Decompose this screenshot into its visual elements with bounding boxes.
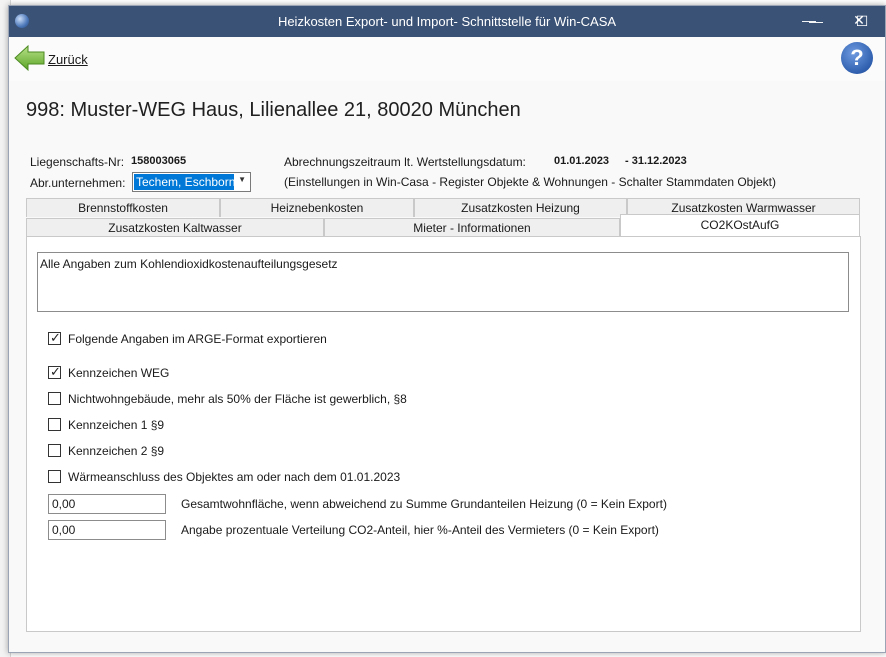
start-date: 01.01.2023 xyxy=(554,155,610,167)
settings-hint: (Einstellungen in Win-Casa - Register Ob… xyxy=(284,175,777,189)
checkbox-kennzeichen-weg[interactable]: ✓ xyxy=(48,364,61,379)
gesamtwohnflaeche-input[interactable]: 0,00 xyxy=(48,494,166,514)
tab-zusatzkosten-kaltwasser[interactable]: Zusatzkosten Kaltwasser xyxy=(26,218,324,237)
checkbox-kennzeichen-2-label: Kennzeichen 2 §9 xyxy=(68,444,165,458)
help-icon[interactable]: ? xyxy=(841,42,873,74)
minimize-button-visual[interactable]: — xyxy=(786,5,832,36)
liegenschaft-value: 158003065 xyxy=(131,155,187,167)
description-box[interactable]: Alle Angaben zum Kohlendioxidkostenaufte… xyxy=(37,252,849,312)
unternehmen-selected: Techem, Eschborn xyxy=(134,174,234,190)
back-label: Zurück xyxy=(48,52,88,67)
tab-mieter-informationen[interactable]: Mieter - Informationen xyxy=(324,218,620,237)
unternehmen-dropdown[interactable]: Techem, Eschborn ▼ xyxy=(132,172,251,192)
end-date: - 31.12.2023 xyxy=(625,155,687,167)
back-button[interactable]: Zurück xyxy=(13,43,93,73)
checkbox-kennzeichen-1-label: Kennzeichen 1 §9 xyxy=(68,418,165,432)
check-icon: ✓ xyxy=(50,330,61,345)
checkbox-kennzeichen-2[interactable] xyxy=(48,444,61,457)
close-button[interactable]: ✕ xyxy=(836,5,882,36)
tab-co2kostaufg[interactable]: CO2KOstAufG xyxy=(620,214,860,236)
tab-brennstoffkosten[interactable]: Brennstoffkosten xyxy=(26,198,220,217)
check-icon: ✓ xyxy=(50,364,61,379)
checkbox-arge-export[interactable]: ✓ xyxy=(48,330,61,345)
checkbox-waermeanschluss[interactable] xyxy=(48,470,61,483)
gesamtwohnflaeche-label: Gesamtwohnfläche, wenn abweichend zu Sum… xyxy=(181,497,667,511)
checkbox-nichtwohngebaeude[interactable] xyxy=(48,392,61,405)
checkbox-kennzeichen-1[interactable] xyxy=(48,418,61,431)
back-arrow-icon xyxy=(14,44,45,72)
tab-heiznebenkosten[interactable]: Heiznebenkosten xyxy=(220,198,414,217)
checkbox-waermeanschluss-label: Wärmeanschluss des Objektes am oder nach… xyxy=(68,470,401,484)
abrechnung-label: Abrechnungszeitraum lt. Wertstellungsdat… xyxy=(284,155,526,169)
tab-zusatzkosten-heizung[interactable]: Zusatzkosten Heizung xyxy=(414,198,627,217)
co2-anteil-label: Angabe prozentuale Verteilung CO2-Anteil… xyxy=(181,523,659,537)
liegenschaft-label: Liegenschafts-Nr: xyxy=(30,155,125,169)
page-title: 998: Muster-WEG Haus, Lilienallee 21, 80… xyxy=(26,99,521,121)
checkbox-kennzeichen-weg-label: Kennzeichen WEG xyxy=(68,366,170,380)
checkbox-arge-export-label: Folgende Angaben im ARGE-Format exportie… xyxy=(68,332,327,346)
checkbox-nichtwohngebaeude-label: Nichtwohngebäude, mehr als 50% der Fläch… xyxy=(68,392,407,406)
title-bar[interactable]: Heizkosten Export- und Import- Schnittst… xyxy=(9,6,885,37)
co2-anteil-input[interactable]: 0,00 xyxy=(48,520,166,540)
unternehmen-label: Abr.unternehmen: xyxy=(30,176,126,190)
window-title: Heizkosten Export- und Import- Schnittst… xyxy=(277,14,617,29)
chevron-down-icon: ▼ xyxy=(238,175,246,184)
toolbar: Zurück ? xyxy=(9,37,885,81)
